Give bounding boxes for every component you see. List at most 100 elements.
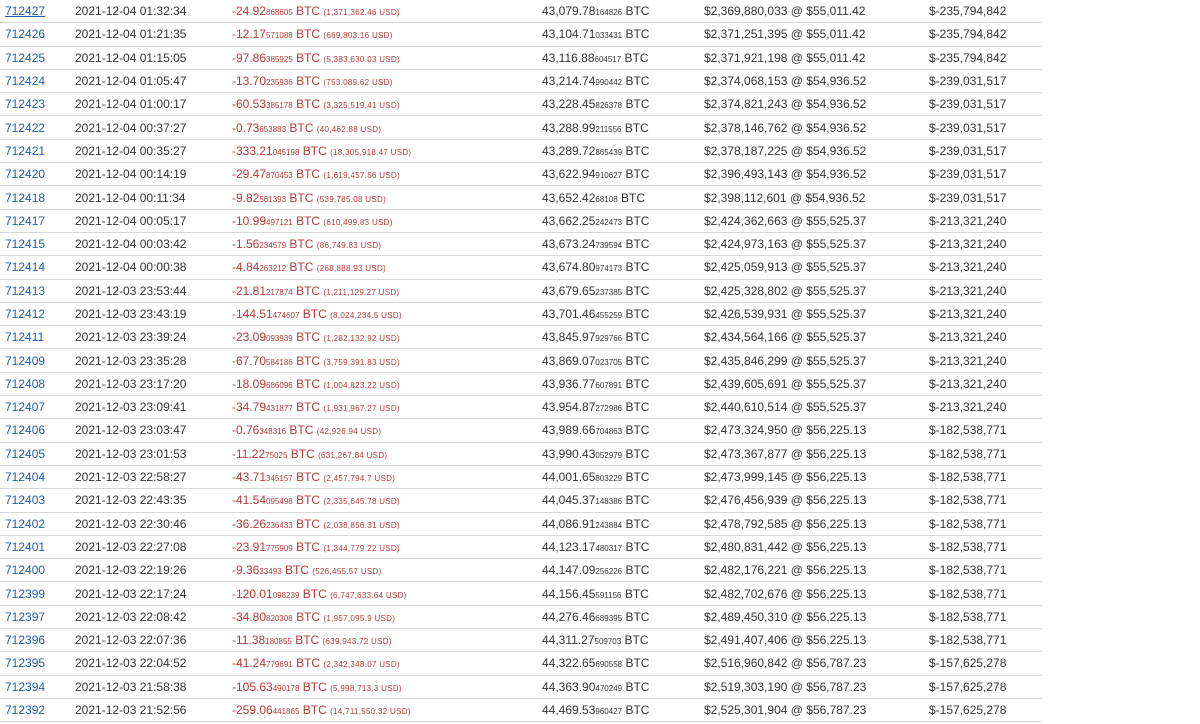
profit-loss: $-182,538,771 <box>929 423 1007 438</box>
block-link[interactable]: 712422 <box>5 121 45 135</box>
timestamp: 2021-12-03 21:58:38 <box>75 679 187 694</box>
balance-amount-fraction: 739594 <box>595 241 623 251</box>
balance-unit: BTC <box>624 633 649 648</box>
profit-loss-cell: $-213,321,240 <box>929 325 1042 350</box>
balance-amount: 44,322.65 <box>542 656 596 671</box>
block-link[interactable]: 712407 <box>5 400 45 414</box>
balance-usd-value-cell: $2,482,702,676 @ $56,225.13 <box>704 581 929 606</box>
balance-amount-fraction: 470249 <box>595 683 623 693</box>
balance-unit: BTC <box>625 27 650 42</box>
block-cell: 712408 <box>0 372 75 397</box>
profit-loss: $-182,538,771 <box>929 470 1007 485</box>
block-cell: 712411 <box>0 325 75 350</box>
block-link[interactable]: 712424 <box>5 74 45 88</box>
block-link[interactable]: 712411 <box>5 330 44 344</box>
block-link[interactable]: 712412 <box>5 307 45 321</box>
block-link[interactable]: 712394 <box>5 680 45 694</box>
timestamp: 2021-12-04 01:21:35 <box>75 27 187 42</box>
timestamp: 2021-12-04 00:14:19 <box>75 167 187 182</box>
balance-amount-fraction: 910627 <box>595 171 623 181</box>
block-link[interactable]: 712401 <box>5 540 45 554</box>
block-link[interactable]: 712397 <box>5 610 45 624</box>
block-link[interactable]: 712418 <box>5 191 45 205</box>
balance-unit: BTC <box>625 213 650 228</box>
block-link[interactable]: 712425 <box>5 51 45 65</box>
profit-loss: $-213,321,240 <box>929 330 1007 345</box>
change-unit: BTC <box>296 493 321 508</box>
block-link[interactable]: 712414 <box>5 260 45 274</box>
change-amount-fraction: 820308 <box>266 613 293 623</box>
table-row: 712399 2021-12-03 22:17:24 -120.01098239 B… <box>0 581 1042 606</box>
balance-unit: BTC <box>625 679 650 694</box>
balance-amount: 43,679.65 <box>542 283 596 298</box>
timestamp: 2021-12-03 23:17:20 <box>75 376 187 391</box>
profit-loss: $-182,538,771 <box>929 633 1007 648</box>
table-row: 712396 2021-12-03 22:07:36 -11.38180855 BT… <box>0 628 1042 653</box>
timestamp: 2021-12-04 00:37:27 <box>75 120 187 135</box>
balance-amount: 43,622.94 <box>542 167 596 182</box>
profit-loss: $-213,321,240 <box>929 283 1007 298</box>
profit-loss: $-235,794,842 <box>929 4 1007 19</box>
block-link[interactable]: 712402 <box>5 517 45 531</box>
block-link[interactable]: 712427 <box>5 4 45 18</box>
change-amount-fraction: 348316 <box>259 427 287 437</box>
balance-usd-value-cell: $2,435,846,299 @ $55,525.37 <box>704 348 929 373</box>
balance-usd-value: $2,424,973,163 @ $55,525.37 <box>704 237 867 252</box>
timestamp: 2021-12-03 22:58:27 <box>75 470 187 485</box>
change-amount: -333.21 <box>232 143 273 158</box>
profit-loss: $-157,625,278 <box>929 703 1007 718</box>
balance-usd-value: $2,489,450,310 @ $56,225.13 <box>704 609 867 624</box>
profit-loss: $-239,031,517 <box>929 97 1007 112</box>
block-link[interactable]: 712421 <box>5 144 45 158</box>
profit-loss: $-182,538,771 <box>929 563 1007 578</box>
balance-change-cell: -0.73653883 BTC (40,462.88 USD) <box>232 115 542 140</box>
block-link[interactable]: 712405 <box>5 447 45 461</box>
balance-cell: 44,001.65803229 BTC <box>542 465 704 490</box>
balance-amount-fraction: 960427 <box>595 707 623 717</box>
block-link[interactable]: 712395 <box>5 656 45 670</box>
change-usd: (5,998,713.3 USD) <box>330 683 402 693</box>
block-link[interactable]: 712403 <box>5 493 45 507</box>
balance-change-cell: -4.84263212 BTC (268,888.93 USD) <box>232 255 542 280</box>
balance-amount: 43,701.46 <box>542 307 596 321</box>
profit-loss: $-182,538,771 <box>929 493 1007 508</box>
block-cell: 712403 <box>0 488 75 513</box>
change-amount: -4.84 <box>232 260 260 275</box>
balance-history-table: 712427 2021-12-04 01:32:34 -24.92868605 BT… <box>0 0 1042 723</box>
block-link[interactable]: 712408 <box>5 377 45 391</box>
change-unit: BTC <box>289 190 314 205</box>
balance-usd-value-cell: $2,525,301,904 @ $56,787.23 <box>704 698 929 723</box>
balance-usd-value: $2,434,564,166 @ $55,525.37 <box>704 330 867 345</box>
timestamp-cell: 2021-12-03 23:09:41 <box>75 395 232 420</box>
change-amount-fraction: 653883 <box>259 124 287 134</box>
block-link[interactable]: 712396 <box>5 633 45 647</box>
block-link[interactable]: 712417 <box>5 214 45 228</box>
balance-usd-value-cell: $2,378,146,762 @ $54,936.52 <box>704 115 929 140</box>
profit-loss-cell: $-213,321,240 <box>929 302 1042 327</box>
block-link[interactable]: 712415 <box>5 237 45 251</box>
block-link[interactable]: 712413 <box>5 284 45 298</box>
change-usd: (40,462.88 USD) <box>316 124 382 134</box>
balance-usd-value: $2,482,176,221 @ $56,225.13 <box>704 563 867 578</box>
block-cell: 712420 <box>0 162 75 187</box>
block-cell: 712425 <box>0 46 75 70</box>
balance-usd-value: $2,374,068,153 @ $54,936.52 <box>704 74 867 89</box>
block-link[interactable]: 712420 <box>5 167 45 181</box>
balance-unit: BTC <box>625 143 650 158</box>
block-link[interactable]: 712406 <box>5 423 45 437</box>
change-amount: -43.71 <box>232 470 267 485</box>
block-link[interactable]: 712400 <box>5 563 45 577</box>
balance-change-cell: -144.51474607 BTC (8,024,234.5 USD) <box>232 302 542 327</box>
block-link[interactable]: 712392 <box>5 703 45 717</box>
block-link[interactable]: 712409 <box>5 354 45 368</box>
block-link[interactable]: 712404 <box>5 470 45 484</box>
balance-cell: 43,673.24739594 BTC <box>542 232 704 257</box>
block-link[interactable]: 712399 <box>5 587 45 601</box>
balance-usd-value: $2,473,324,950 @ $56,225.13 <box>704 423 867 438</box>
block-link[interactable]: 712423 <box>5 97 45 111</box>
balance-change-cell: -34.80820308 BTC (1,957,095.9 USD) <box>232 605 542 630</box>
profit-loss-cell: $-182,538,771 <box>929 442 1042 466</box>
change-amount-fraction: 385925 <box>266 54 293 64</box>
block-link[interactable]: 712426 <box>5 27 45 41</box>
change-usd: (631,267.84 USD) <box>318 450 388 460</box>
